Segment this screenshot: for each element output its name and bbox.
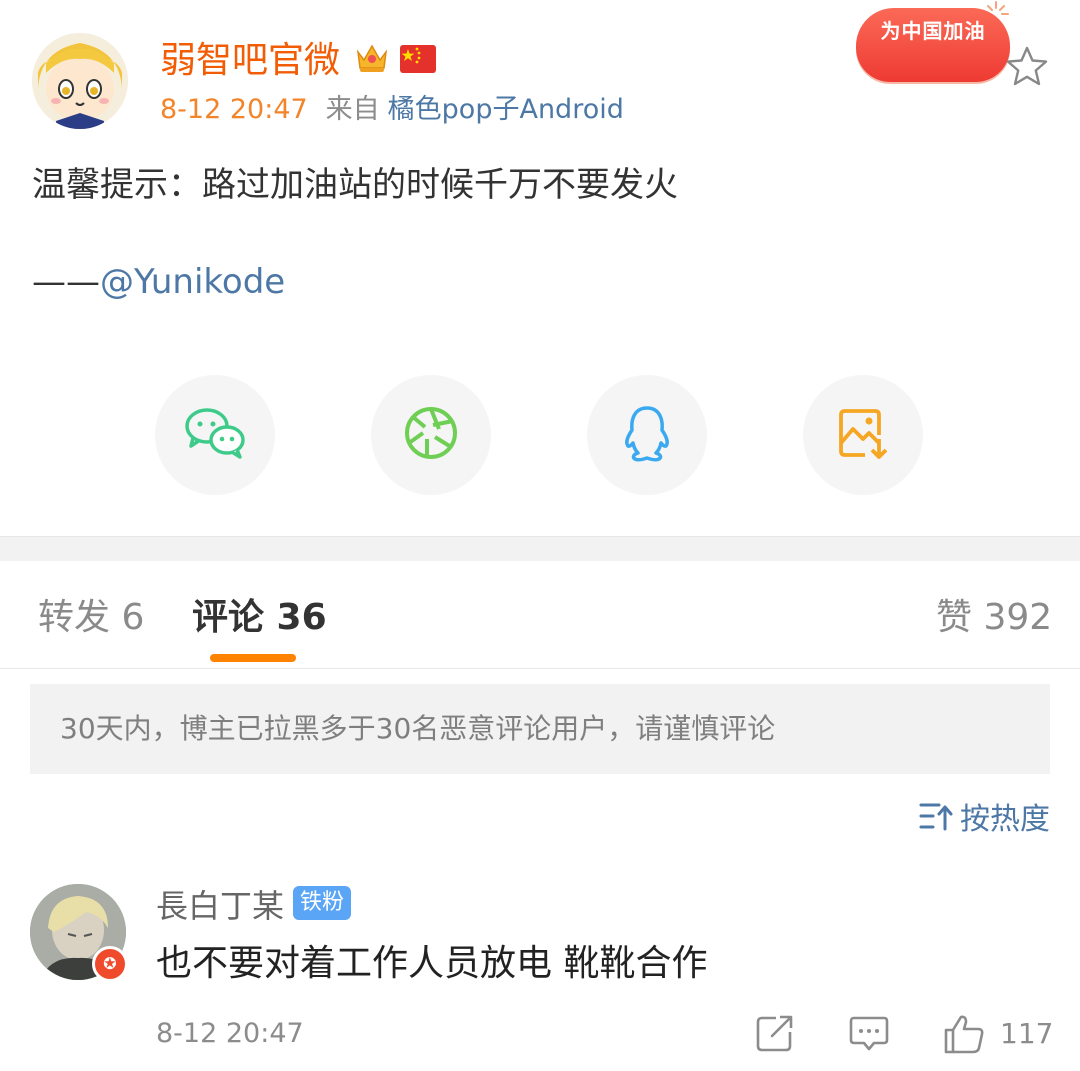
tab-reposts[interactable]: 转发 6 xyxy=(38,596,144,640)
fan-badge: 铁粉 xyxy=(293,886,352,920)
verified-badge-icon: ✪ xyxy=(92,946,128,982)
post-credit: ——@Yunikode xyxy=(32,259,285,305)
save-image-icon xyxy=(835,405,891,465)
credit-mention-link[interactable]: @Yunikode xyxy=(100,262,285,302)
sort-label: 按热度 xyxy=(960,802,1050,837)
sort-by-hot-button[interactable]: 按热度 xyxy=(918,796,1050,837)
tabs-divider xyxy=(0,668,1080,669)
post-time: 8-12 20:47 xyxy=(160,94,308,125)
sparkle-icon xyxy=(978,0,1014,30)
favorite-star-icon[interactable] xyxy=(1004,44,1050,88)
author-name[interactable]: 弱智吧官微 xyxy=(160,38,340,84)
comment-time: 8-12 20:47 xyxy=(156,1018,304,1049)
comment-text: 也不要对着工作人员放电 靴靴合作 xyxy=(156,943,708,984)
tab-comments[interactable]: 评论 36 xyxy=(192,596,327,640)
save-image-button[interactable] xyxy=(803,375,923,495)
china-flag-icon xyxy=(400,44,436,74)
share-qq-button[interactable] xyxy=(587,375,707,495)
post-from-label: 来自 xyxy=(325,94,380,125)
author-avatar[interactable] xyxy=(32,33,128,129)
qq-icon xyxy=(622,404,672,466)
active-tab-indicator xyxy=(210,654,296,662)
post-text: 温馨提示：路过加油站的时候千万不要发火 xyxy=(32,165,678,205)
moments-icon xyxy=(403,405,459,465)
post-meta: 8-12 20:47 来自 橘色pop子Android xyxy=(160,92,624,128)
like-comment-icon[interactable] xyxy=(942,1012,986,1056)
post-device-link[interactable]: 橘色pop子Android xyxy=(388,94,624,125)
commenter-name[interactable]: 長白丁某 xyxy=(156,884,284,928)
share-moments-button[interactable] xyxy=(371,375,491,495)
share-wechat-button[interactable] xyxy=(155,375,275,495)
comment-like-count: 117 xyxy=(1000,1017,1054,1050)
crown-badge-icon xyxy=(354,40,390,76)
tab-likes[interactable]: 赞 392 xyxy=(936,596,1052,640)
comment-notice: 30天内，博主已拉黑多于30名恶意评论用户，请谨慎评论 xyxy=(30,684,1050,774)
wechat-icon xyxy=(183,406,247,464)
repost-comment-icon[interactable] xyxy=(754,1012,796,1054)
credit-dash: —— xyxy=(32,262,100,302)
sort-icon xyxy=(918,800,954,832)
section-divider xyxy=(0,536,1080,561)
reply-comment-icon[interactable] xyxy=(848,1012,890,1054)
